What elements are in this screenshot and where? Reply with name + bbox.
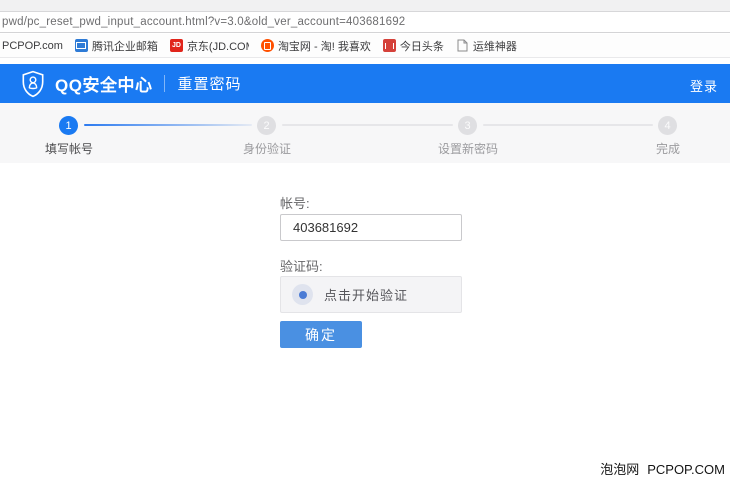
bookmark-label: PCPOP.com [2, 40, 63, 52]
step-2-label: 身份验证 [243, 140, 291, 157]
qq-security-header: QQ安全中心 重置密码 登录 [0, 64, 730, 103]
bookmark-yunwei[interactable]: 运维神器 [456, 38, 517, 54]
bookmark-taobao[interactable]: 淘宝网 - 淘! 我喜欢 [261, 38, 371, 54]
bookmark-toutiao[interactable]: 今日头条 [383, 38, 444, 54]
browser-window: pwd/pc_reset_pwd_input_account.html?v=3.… [0, 0, 730, 486]
taobao-icon [261, 39, 274, 52]
step-indicator: 1 2 3 4 填写帐号 身份验证 设置新密码 完成 [0, 103, 730, 163]
shield-penguin-icon [20, 70, 46, 98]
page-title: 重置密码 [177, 73, 241, 94]
step-4-circle: 4 [658, 116, 677, 135]
step-3-circle: 3 [458, 116, 477, 135]
bookmark-label: 腾讯企业邮箱 [92, 38, 158, 54]
bookmark-label: 京东(JD.COM)-正品 [187, 38, 249, 54]
account-input[interactable] [280, 214, 462, 241]
browser-chrome-strip [0, 0, 730, 12]
address-url[interactable]: pwd/pc_reset_pwd_input_account.html?v=3.… [2, 16, 405, 28]
step-4-label: 完成 [656, 140, 680, 157]
page-icon [456, 39, 469, 52]
bookmark-jd[interactable]: JD 京东(JD.COM)-正品 [170, 38, 249, 54]
step-connector-1 [84, 124, 252, 126]
captcha-widget[interactable]: 点击开始验证 [280, 276, 462, 313]
bookmark-tencent-mail[interactable]: 腾讯企业邮箱 [75, 38, 158, 54]
watermark-en: PCPOP.COM [647, 462, 725, 477]
bookmark-label: 淘宝网 - 淘! 我喜欢 [278, 38, 371, 54]
account-label: 帐号: [280, 193, 310, 212]
watermark-cn: 泡泡网 [600, 462, 639, 477]
confirm-button[interactable]: 确定 [280, 321, 362, 348]
step-3-label: 设置新密码 [438, 140, 498, 157]
step-connector-2 [282, 124, 453, 126]
tencent-mail-icon [75, 39, 88, 52]
captcha-label: 验证码: [280, 256, 323, 275]
bookmarks-bar: PCPOP.com 腾讯企业邮箱 JD 京东(JD.COM)-正品 淘宝网 - … [0, 34, 730, 58]
step-1-circle: 1 [59, 116, 78, 135]
brand-divider [164, 75, 165, 92]
captcha-radio-icon [292, 284, 313, 305]
captcha-radio-dot [299, 291, 307, 299]
step-1-label: 填写帐号 [45, 140, 93, 157]
watermark: 泡泡网 PCPOP.COM [600, 459, 725, 478]
bookmark-pcpop[interactable]: PCPOP.com [2, 40, 63, 52]
step-2-circle: 2 [257, 116, 276, 135]
address-bar[interactable]: pwd/pc_reset_pwd_input_account.html?v=3.… [0, 13, 730, 33]
captcha-text: 点击开始验证 [324, 285, 408, 304]
step-connector-3 [483, 124, 653, 126]
bookmark-label: 运维神器 [473, 38, 517, 54]
login-link[interactable]: 登录 [690, 76, 718, 95]
toutiao-icon [383, 39, 396, 52]
bookmark-label: 今日头条 [400, 38, 444, 54]
brand-title: QQ安全中心 [55, 71, 152, 96]
jd-icon: JD [170, 39, 183, 52]
